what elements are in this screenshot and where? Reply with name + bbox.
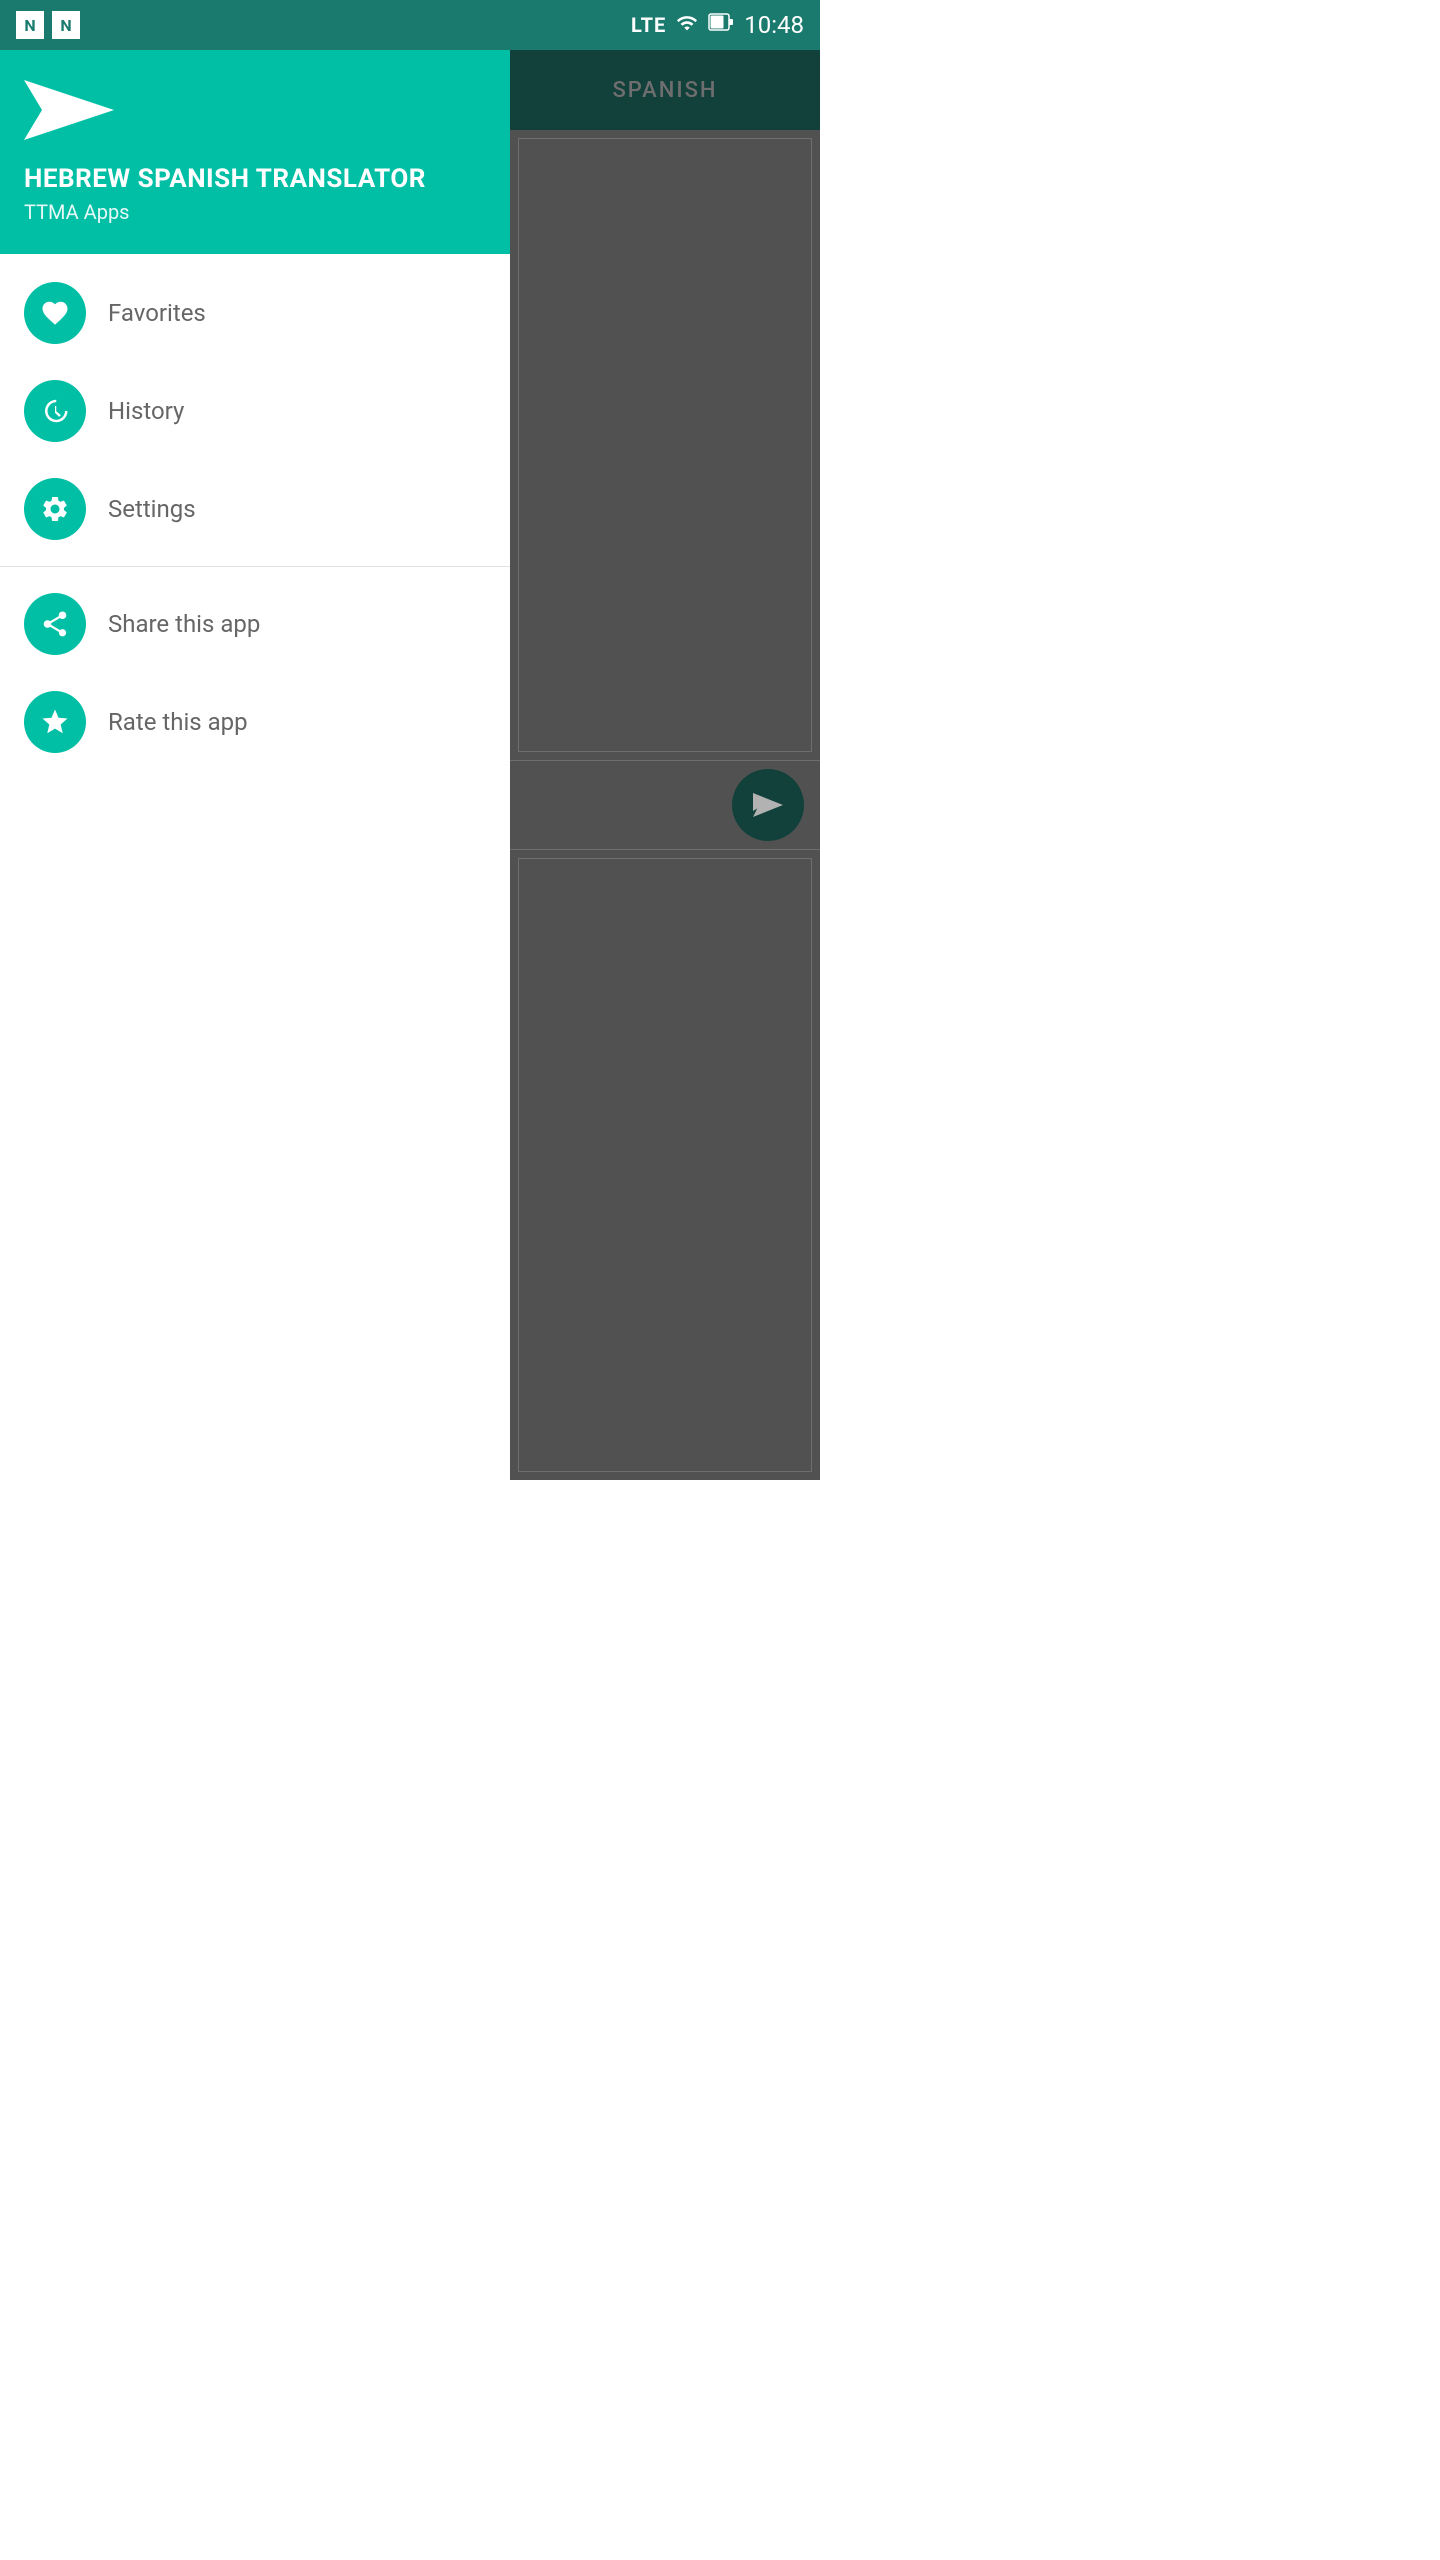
status-bar-left: N N	[16, 11, 80, 39]
sidebar-item-favorites[interactable]: Favorites	[0, 264, 510, 362]
star-icon	[40, 707, 70, 737]
time-display: 10:48	[744, 11, 804, 39]
sidebar-item-history[interactable]: History	[0, 362, 510, 460]
sidebar-item-share[interactable]: Share this app	[0, 575, 510, 673]
settings-icon-circle	[24, 478, 86, 540]
settings-label: Settings	[108, 495, 196, 523]
sidebar-item-rate[interactable]: Rate this app	[0, 673, 510, 771]
logo-arrow-icon	[24, 80, 114, 140]
signal-icon	[676, 12, 698, 39]
heart-icon	[40, 298, 70, 328]
favorites-icon-circle	[24, 282, 86, 344]
sidebar-item-settings[interactable]: Settings	[0, 460, 510, 558]
share-icon	[40, 609, 70, 639]
drawer-overlay[interactable]	[510, 50, 820, 1480]
clock-icon	[40, 396, 70, 426]
rate-label: Rate this app	[108, 708, 248, 736]
drawer-header: HEBREW SPANISH TRANSLATOR TTMA Apps	[0, 50, 510, 254]
rate-icon-circle	[24, 691, 86, 753]
app-title: HEBREW SPANISH TRANSLATOR	[24, 164, 486, 194]
share-icon-circle	[24, 593, 86, 655]
status-bar: N N LTE 10:48	[0, 0, 820, 50]
drawer: HEBREW SPANISH TRANSLATOR TTMA Apps Favo…	[0, 50, 510, 1480]
app-subtitle: TTMA Apps	[24, 200, 486, 224]
n-icon-1: N	[16, 11, 44, 39]
history-icon-circle	[24, 380, 86, 442]
lte-icon: LTE	[631, 13, 666, 37]
status-bar-right: LTE 10:48	[631, 11, 804, 39]
gear-icon	[40, 494, 70, 524]
battery-icon	[708, 11, 734, 39]
nav-divider	[0, 566, 510, 567]
nav-items: Favorites History Settings	[0, 254, 510, 1480]
share-label: Share this app	[108, 610, 260, 638]
favorites-label: Favorites	[108, 299, 206, 327]
n-icon-2: N	[52, 11, 80, 39]
history-label: History	[108, 397, 184, 425]
app-logo	[24, 80, 486, 144]
main-container: HEBREW SPANISH TRANSLATOR TTMA Apps Favo…	[0, 50, 820, 1480]
